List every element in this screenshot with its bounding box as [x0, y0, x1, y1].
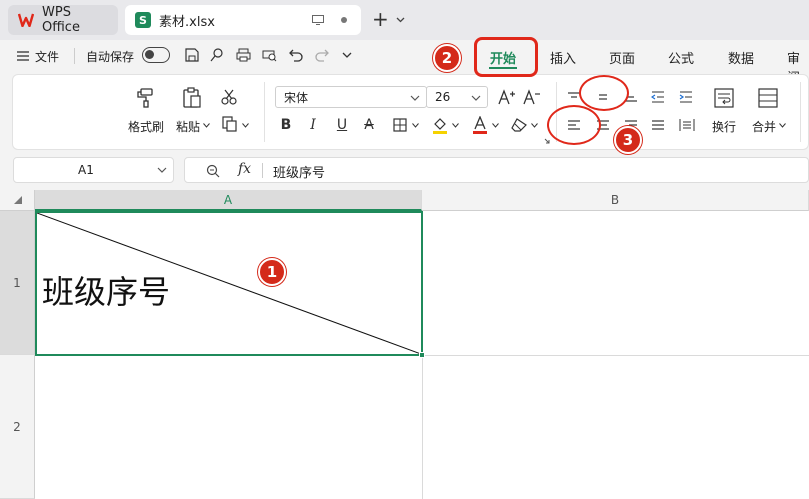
underline-icon[interactable]: U — [334, 116, 350, 134]
font-size-value: 26 — [435, 90, 451, 104]
fill-color-dropdown-icon[interactable] — [451, 121, 459, 129]
wrap-text-label[interactable]: 换行 — [712, 118, 736, 135]
strikethrough-icon[interactable]: A — [361, 116, 377, 134]
cell-a1-text: 班级序号 — [42, 273, 171, 311]
fx-icon[interactable]: fx — [238, 161, 251, 177]
menu-tab-page[interactable]: 页面 — [609, 48, 635, 67]
font-color-dropdown-icon[interactable] — [491, 121, 499, 129]
column-header-b[interactable]: B — [422, 190, 809, 211]
font-dialog-launcher-icon[interactable] — [543, 137, 551, 145]
ribbon-separator — [264, 82, 265, 142]
bold-icon[interactable]: B — [278, 116, 294, 134]
borders-icon[interactable] — [391, 117, 409, 133]
justify-icon[interactable] — [650, 117, 666, 133]
step-badge-2: 2 — [433, 44, 461, 72]
increase-indent-icon[interactable] — [678, 89, 694, 105]
copy-icon[interactable] — [220, 115, 240, 133]
menu-tab-insert[interactable]: 插入 — [550, 48, 576, 67]
row-header-1[interactable]: 1 — [0, 211, 35, 355]
format-painter-label[interactable]: 格式刷 — [128, 118, 164, 135]
menu-tab-formula[interactable]: 公式 — [668, 48, 694, 67]
copy-dropdown-icon[interactable] — [241, 121, 249, 129]
formula-content[interactable]: 班级序号 — [273, 162, 325, 181]
new-tab-button[interactable]: + — [372, 8, 389, 30]
font-name-select[interactable]: 宋体 — [275, 86, 427, 108]
font-name-value: 宋体 — [284, 90, 309, 105]
zoom-icon[interactable] — [205, 163, 221, 179]
undo-icon[interactable] — [287, 46, 305, 64]
borders-dropdown-icon[interactable] — [411, 121, 419, 129]
name-box-value: A1 — [78, 163, 94, 177]
select-all-corner[interactable] — [0, 190, 35, 211]
wrap-text-icon[interactable] — [712, 86, 736, 110]
font-color-icon[interactable] — [471, 115, 489, 135]
paste-icon[interactable] — [180, 86, 204, 110]
hamburger-menu-icon[interactable] — [16, 50, 30, 62]
unsaved-dot-icon — [341, 17, 347, 23]
tab-wps-office-label: WPS Office — [42, 5, 80, 35]
separator — [74, 48, 75, 64]
decrease-indent-icon[interactable] — [650, 89, 666, 105]
format-painter-icon[interactable] — [133, 86, 157, 110]
ribbon-separator — [800, 82, 801, 142]
print-preview-icon[interactable] — [260, 46, 278, 64]
column-header-a[interactable]: A — [35, 190, 422, 211]
font-size-select[interactable]: 26 — [426, 86, 488, 108]
tab-wps-office[interactable]: WPS Office — [8, 5, 118, 35]
align-middle-highlight-ring — [579, 75, 629, 111]
menu-tab-data[interactable]: 数据 — [728, 48, 754, 67]
name-box[interactable]: A1 — [13, 157, 174, 183]
export-icon[interactable] — [208, 46, 226, 64]
print-icon[interactable] — [234, 46, 252, 64]
merge-cells-label[interactable]: 合并 — [752, 118, 776, 135]
paste-label[interactable]: 粘贴 — [176, 118, 200, 135]
merge-dropdown-icon[interactable] — [778, 121, 786, 129]
quickbar-more-icon[interactable] — [340, 48, 354, 62]
file-menu-label[interactable]: 文件 — [35, 48, 59, 65]
formula-separator — [262, 163, 263, 178]
increase-font-size-icon[interactable] — [497, 87, 517, 107]
cut-icon[interactable] — [220, 88, 238, 106]
home-tab-highlight-box — [474, 37, 538, 77]
fill-handle[interactable] — [419, 352, 425, 358]
step-badge-3: 3 — [614, 126, 642, 154]
tab-file-label: 素材.xlsx — [159, 14, 215, 30]
eraser-dropdown-icon[interactable] — [530, 121, 538, 129]
cell-a1[interactable]: 班级序号 — [35, 211, 423, 356]
chevron-down-icon — [410, 94, 420, 102]
row-header-2[interactable]: 2 — [0, 355, 35, 499]
step-badge-1: 1 — [258, 258, 286, 286]
paste-dropdown-icon[interactable] — [202, 121, 210, 129]
italic-icon[interactable]: I — [305, 116, 321, 134]
distributed-align-icon[interactable] — [678, 117, 696, 133]
autosave-toggle[interactable] — [142, 47, 170, 63]
spreadsheet-file-icon: S — [135, 12, 151, 28]
wps-logo-icon — [18, 13, 34, 27]
eraser-icon[interactable] — [510, 116, 528, 134]
save-icon[interactable] — [183, 46, 201, 64]
formula-bar[interactable]: fx 班级序号 — [184, 157, 809, 183]
align-left-highlight-ring — [547, 105, 601, 145]
autosave-label: 自动保存 — [86, 50, 135, 64]
redo-icon[interactable] — [313, 46, 331, 64]
chevron-down-icon[interactable] — [157, 166, 167, 174]
merge-cells-icon[interactable] — [756, 86, 780, 110]
chevron-down-icon[interactable] — [394, 14, 406, 26]
monitor-icon[interactable] — [311, 13, 325, 27]
decrease-font-size-icon[interactable] — [522, 87, 542, 107]
fill-color-icon[interactable] — [431, 115, 449, 135]
chevron-down-icon — [471, 94, 481, 102]
tab-file[interactable]: S 素材.xlsx — [125, 5, 361, 35]
